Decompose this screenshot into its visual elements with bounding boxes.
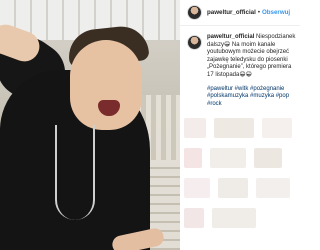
post-sidebar: paweltur_official • Obserwuj paweltur_of… bbox=[180, 0, 300, 250]
blurred-block bbox=[214, 118, 254, 138]
blurred-comments bbox=[184, 118, 300, 250]
person-face bbox=[70, 40, 142, 130]
caption-text-block: paweltur_official Niespodzianek dalszy😁 … bbox=[207, 34, 296, 108]
avatar[interactable] bbox=[187, 5, 202, 20]
blurred-block bbox=[256, 178, 290, 198]
blurred-block bbox=[212, 208, 256, 228]
separator-dot: • bbox=[257, 9, 260, 16]
blurred-block bbox=[254, 148, 282, 168]
person-necklace bbox=[55, 125, 95, 220]
blurred-block bbox=[262, 118, 292, 138]
header-username[interactable]: paweltur_official bbox=[207, 9, 256, 16]
blurred-block bbox=[184, 208, 204, 228]
caption-hashtags[interactable]: #paweltur #witk #pożegnanie #polskamuzyk… bbox=[207, 86, 296, 109]
caption-avatar[interactable] bbox=[187, 35, 202, 50]
blurred-block bbox=[218, 178, 248, 198]
post-header: paweltur_official • Obserwuj bbox=[180, 0, 300, 26]
follow-button[interactable]: Obserwuj bbox=[262, 9, 290, 16]
post-caption: paweltur_official Niespodzianek dalszy😁 … bbox=[180, 26, 300, 108]
blurred-block bbox=[184, 148, 202, 168]
blurred-block bbox=[184, 178, 210, 198]
blurred-block bbox=[184, 118, 206, 138]
caption-username[interactable]: paweltur_official bbox=[207, 34, 254, 40]
blurred-block bbox=[210, 148, 246, 168]
caption-body: Niespodzianek dalszy😁 Na moim kanale you… bbox=[207, 34, 296, 78]
post-photo[interactable] bbox=[0, 0, 180, 250]
